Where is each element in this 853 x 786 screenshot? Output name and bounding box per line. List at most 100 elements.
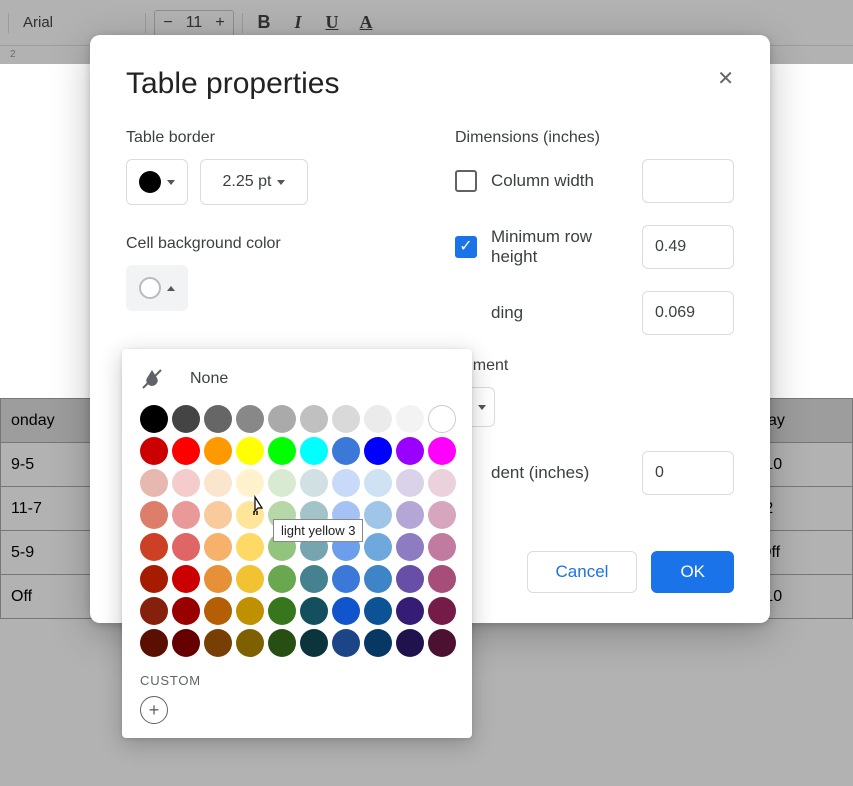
color-swatch[interactable] bbox=[364, 533, 392, 561]
font-size-decrease[interactable]: − bbox=[155, 14, 181, 32]
color-swatch[interactable] bbox=[300, 597, 328, 625]
color-swatch[interactable] bbox=[428, 565, 456, 593]
color-swatch[interactable] bbox=[236, 597, 264, 625]
color-swatch[interactable] bbox=[236, 437, 264, 465]
color-swatch[interactable] bbox=[204, 533, 232, 561]
color-swatch[interactable] bbox=[396, 405, 424, 433]
underline-button[interactable]: U bbox=[319, 12, 345, 33]
color-swatch[interactable] bbox=[236, 565, 264, 593]
color-swatch[interactable] bbox=[300, 565, 328, 593]
color-swatch[interactable] bbox=[300, 469, 328, 497]
color-swatch[interactable] bbox=[396, 597, 424, 625]
color-swatch[interactable] bbox=[140, 597, 168, 625]
color-swatch[interactable] bbox=[204, 405, 232, 433]
color-swatch[interactable] bbox=[396, 533, 424, 561]
color-swatch[interactable] bbox=[396, 565, 424, 593]
color-swatch[interactable] bbox=[396, 469, 424, 497]
color-swatch[interactable] bbox=[172, 565, 200, 593]
dimensions-label: Dimensions (inches) bbox=[455, 129, 734, 147]
color-swatch[interactable] bbox=[172, 501, 200, 529]
color-swatch[interactable] bbox=[140, 565, 168, 593]
color-swatch[interactable] bbox=[172, 533, 200, 561]
color-swatch[interactable] bbox=[140, 437, 168, 465]
color-swatch[interactable] bbox=[428, 469, 456, 497]
color-swatch[interactable] bbox=[140, 533, 168, 561]
color-none-option[interactable]: None bbox=[140, 367, 454, 391]
color-swatch[interactable] bbox=[332, 629, 360, 657]
chevron-down-icon bbox=[277, 180, 285, 185]
color-swatch[interactable] bbox=[204, 565, 232, 593]
color-swatch[interactable] bbox=[140, 405, 168, 433]
italic-button[interactable]: I bbox=[285, 12, 311, 33]
column-width-checkbox[interactable] bbox=[455, 170, 477, 192]
color-swatch[interactable] bbox=[140, 629, 168, 657]
color-swatch[interactable] bbox=[396, 501, 424, 529]
bold-button[interactable]: B bbox=[251, 12, 277, 33]
font-size-stepper[interactable]: − 11 + bbox=[154, 10, 234, 36]
close-button[interactable]: ✕ bbox=[711, 65, 740, 92]
color-swatch[interactable] bbox=[364, 469, 392, 497]
color-swatch[interactable] bbox=[332, 469, 360, 497]
color-swatch[interactable] bbox=[204, 501, 232, 529]
color-swatch[interactable] bbox=[172, 437, 200, 465]
color-swatch[interactable] bbox=[364, 405, 392, 433]
color-swatch[interactable] bbox=[364, 597, 392, 625]
color-swatch[interactable] bbox=[204, 469, 232, 497]
color-swatch[interactable] bbox=[364, 437, 392, 465]
add-custom-color-button[interactable]: + bbox=[140, 696, 168, 724]
color-swatch[interactable] bbox=[396, 437, 424, 465]
color-swatch[interactable] bbox=[364, 501, 392, 529]
color-swatch[interactable] bbox=[172, 469, 200, 497]
column-width-input[interactable] bbox=[642, 159, 734, 203]
color-swatch[interactable] bbox=[428, 437, 456, 465]
color-swatch[interactable] bbox=[428, 629, 456, 657]
color-swatch[interactable] bbox=[300, 629, 328, 657]
color-swatch[interactable] bbox=[332, 405, 360, 433]
color-swatch[interactable] bbox=[172, 597, 200, 625]
color-swatch[interactable] bbox=[204, 437, 232, 465]
color-swatch[interactable] bbox=[236, 405, 264, 433]
color-swatch[interactable] bbox=[236, 469, 264, 497]
color-swatch[interactable] bbox=[332, 565, 360, 593]
color-swatch[interactable] bbox=[300, 437, 328, 465]
cancel-button[interactable]: Cancel bbox=[527, 551, 638, 593]
color-swatch[interactable] bbox=[268, 565, 296, 593]
color-swatch[interactable] bbox=[332, 597, 360, 625]
left-indent-input[interactable] bbox=[642, 451, 734, 495]
color-swatch[interactable] bbox=[428, 597, 456, 625]
color-swatch[interactable] bbox=[140, 469, 168, 497]
color-swatch[interactable] bbox=[204, 597, 232, 625]
border-weight-dropdown[interactable]: 2.25 pt bbox=[200, 159, 308, 205]
color-swatch[interactable] bbox=[268, 405, 296, 433]
color-swatch[interactable] bbox=[364, 629, 392, 657]
min-row-height-checkbox[interactable]: ✓ bbox=[455, 236, 477, 258]
color-swatch[interactable] bbox=[204, 629, 232, 657]
font-family-dropdown[interactable]: Arial bbox=[17, 10, 137, 35]
color-swatch[interactable] bbox=[236, 629, 264, 657]
color-swatch[interactable] bbox=[268, 469, 296, 497]
cell-bg-dropdown[interactable] bbox=[126, 265, 188, 311]
color-swatch[interactable] bbox=[172, 405, 200, 433]
color-swatch[interactable] bbox=[268, 597, 296, 625]
font-size-value[interactable]: 11 bbox=[181, 14, 207, 32]
color-swatch[interactable] bbox=[428, 405, 456, 433]
color-swatch[interactable] bbox=[268, 437, 296, 465]
color-swatch[interactable] bbox=[428, 533, 456, 561]
font-size-increase[interactable]: + bbox=[207, 14, 233, 32]
color-swatch[interactable] bbox=[172, 629, 200, 657]
color-swatch[interactable] bbox=[396, 629, 424, 657]
color-swatch[interactable] bbox=[300, 405, 328, 433]
cell-padding-input[interactable] bbox=[642, 291, 734, 335]
color-swatch[interactable] bbox=[428, 501, 456, 529]
color-swatch[interactable] bbox=[236, 501, 264, 529]
color-swatch[interactable] bbox=[268, 629, 296, 657]
color-swatch[interactable] bbox=[332, 437, 360, 465]
min-row-height-input[interactable] bbox=[642, 225, 734, 269]
color-swatch[interactable] bbox=[140, 501, 168, 529]
ok-button[interactable]: OK bbox=[651, 551, 734, 593]
color-swatch[interactable] bbox=[236, 533, 264, 561]
border-color-dropdown[interactable] bbox=[126, 159, 188, 205]
text-color-button[interactable]: A bbox=[353, 12, 379, 33]
color-swatch[interactable] bbox=[364, 565, 392, 593]
table-header-cell: onday bbox=[1, 399, 105, 443]
